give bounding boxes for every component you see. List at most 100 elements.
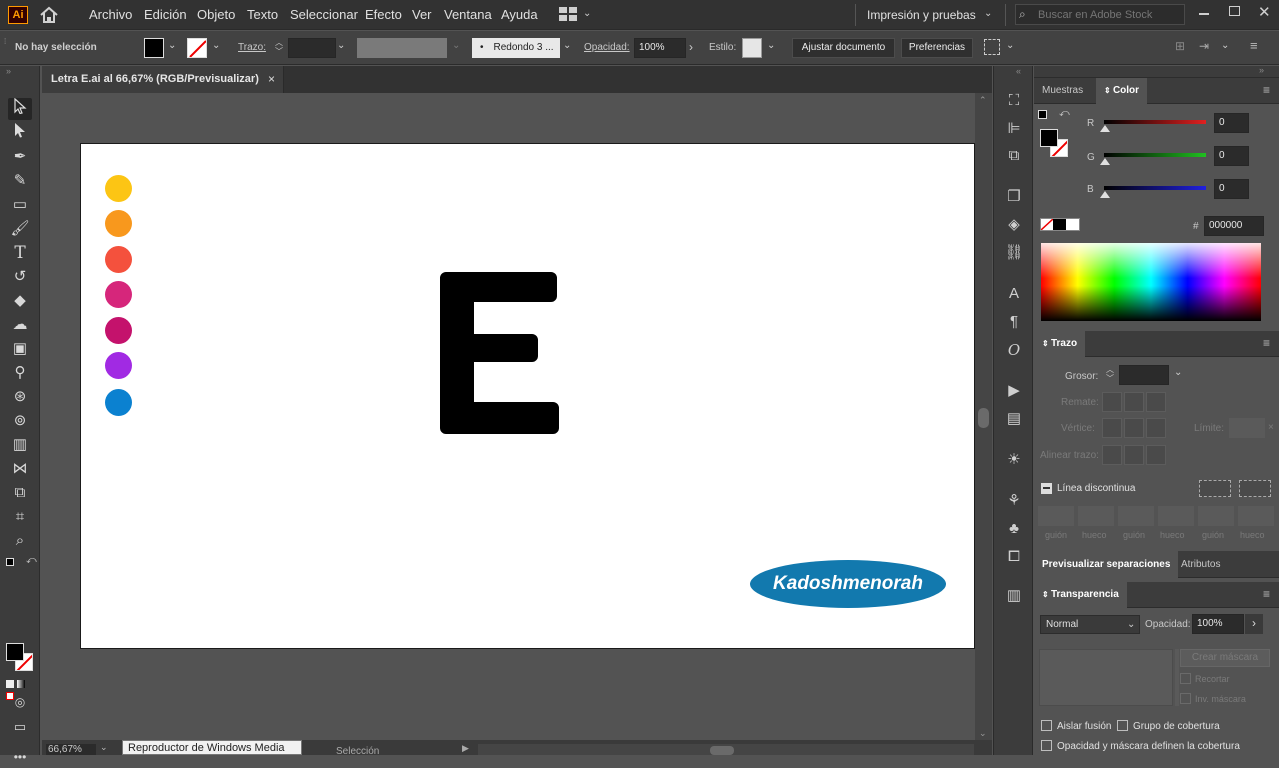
- fill-swatch[interactable]: [144, 38, 164, 58]
- slider-g-track[interactable]: [1104, 153, 1206, 157]
- collapse-icon[interactable]: »: [6, 66, 11, 76]
- align-outside-icon[interactable]: [1146, 445, 1166, 465]
- brush-definition[interactable]: • Redondo 3 ...: [472, 38, 560, 58]
- channel-g-field[interactable]: 0: [1214, 146, 1249, 166]
- slider-r-track[interactable]: [1104, 120, 1206, 124]
- minimize-icon[interactable]: [1199, 13, 1209, 15]
- chevron-down-icon[interactable]: ⌄: [1221, 40, 1229, 51]
- butt-cap-icon[interactable]: [1102, 392, 1122, 412]
- chevron-right-icon[interactable]: ›: [1245, 614, 1263, 634]
- menu-icon[interactable]: ≡: [1263, 587, 1270, 601]
- tab-swatches[interactable]: Muestras: [1034, 78, 1091, 104]
- color-dot-magenta[interactable]: [105, 317, 132, 344]
- channel-b-field[interactable]: 0: [1214, 179, 1249, 199]
- variable-width-profile[interactable]: [357, 38, 447, 58]
- tab-stroke[interactable]: ⇕ Trazo: [1034, 331, 1086, 357]
- eraser-tool-icon[interactable]: ◆: [8, 290, 32, 312]
- paragraph-panel-icon[interactable]: ¶: [1004, 312, 1024, 332]
- pathfinder-panel-icon[interactable]: ⧉: [1004, 146, 1024, 166]
- draw-mode-icon[interactable]: ◎: [8, 691, 32, 713]
- opacity-field[interactable]: 100%: [634, 38, 686, 58]
- color-dot-blue[interactable]: [105, 389, 132, 416]
- tab-attributes[interactable]: Atributos: [1173, 551, 1228, 578]
- blend-tool-icon[interactable]: ⊛: [8, 386, 32, 408]
- slider-r-knob[interactable]: [1100, 125, 1110, 132]
- rotate-tool-icon[interactable]: ↺: [8, 266, 32, 288]
- miter-join-icon[interactable]: [1102, 418, 1122, 438]
- document-setup-button[interactable]: Ajustar documento: [792, 38, 895, 58]
- opacity-label[interactable]: Opacidad:: [584, 42, 630, 53]
- chevron-down-icon[interactable]: ⌄: [1174, 367, 1182, 378]
- zoom-field[interactable]: 66,67%: [46, 744, 96, 755]
- stroke-swatch[interactable]: [187, 38, 207, 58]
- invert-mask-checkbox[interactable]: [1180, 693, 1191, 704]
- limit-field[interactable]: [1229, 418, 1265, 438]
- menu-icon[interactable]: ≡: [1263, 336, 1270, 350]
- transform-icon[interactable]: [984, 39, 1000, 55]
- transparency-opacity-field[interactable]: 100%: [1192, 614, 1244, 634]
- menu-icon[interactable]: ≡: [1250, 38, 1258, 53]
- dash-align-corners-icon[interactable]: [1199, 480, 1231, 497]
- actions-panel-icon[interactable]: ▶: [1004, 381, 1024, 401]
- workspace-switcher[interactable]: Impresión y pruebas: [867, 8, 976, 22]
- swap-colors-icon[interactable]: ⤺: [26, 555, 37, 566]
- restore-icon[interactable]: [1229, 6, 1240, 16]
- zoom-tool-icon[interactable]: ⌕: [8, 530, 32, 552]
- chevron-down-icon[interactable]: ⌄: [168, 40, 176, 51]
- tab-separations-preview[interactable]: Previsualizar separaciones: [1034, 551, 1179, 578]
- blend-mode-select[interactable]: Normal ⌄: [1040, 615, 1140, 634]
- gradient-tool-icon[interactable]: ▣: [8, 338, 32, 360]
- menu-ver[interactable]: Ver: [412, 7, 432, 22]
- search-input[interactable]: [1038, 7, 1178, 22]
- align-panel-icon[interactable]: ⊫: [1004, 119, 1024, 139]
- layout-grid-icon[interactable]: [559, 7, 577, 21]
- menu-archivo[interactable]: Archivo: [89, 7, 132, 22]
- color-dot-pink[interactable]: [105, 281, 132, 308]
- round-join-icon[interactable]: [1124, 418, 1144, 438]
- bevel-join-icon[interactable]: [1146, 418, 1166, 438]
- close-window-icon[interactable]: ✕: [1258, 3, 1271, 21]
- tab-color[interactable]: ⇕ Color: [1096, 78, 1148, 104]
- artboard-tool-icon[interactable]: ⌗: [8, 506, 32, 528]
- clip-checkbox[interactable]: [1180, 673, 1191, 684]
- appearance-panel-icon[interactable]: ☀: [1004, 450, 1024, 470]
- opacity-mask-checkbox[interactable]: [1041, 740, 1052, 751]
- menu-seleccionar[interactable]: Seleccionar: [290, 7, 358, 22]
- warp-tool-icon[interactable]: ☁: [8, 314, 32, 336]
- menu-objeto[interactable]: Objeto: [197, 7, 235, 22]
- more-tools-icon[interactable]: •••: [8, 746, 32, 768]
- graphic-style-swatch[interactable]: [742, 38, 762, 58]
- transform-panel-icon[interactable]: ⛶: [1004, 91, 1024, 111]
- slider-b-track[interactable]: [1104, 186, 1206, 190]
- dashed-line-checkbox[interactable]: [1041, 483, 1052, 494]
- slider-b-knob[interactable]: [1100, 191, 1110, 198]
- preferences-button[interactable]: Preferencias: [901, 38, 973, 58]
- opentype-panel-icon[interactable]: O: [1004, 340, 1024, 360]
- color-dot-purple[interactable]: [105, 352, 132, 379]
- rectangle-tool-icon[interactable]: ▭: [8, 194, 32, 216]
- direct-selection-tool-icon[interactable]: [8, 122, 32, 144]
- character-panel-icon[interactable]: A: [1004, 284, 1024, 304]
- default-colors-icon[interactable]: [1038, 110, 1047, 119]
- brushes-panel-icon[interactable]: ⚘: [1004, 491, 1024, 511]
- stock-search-field[interactable]: ⌕: [1015, 4, 1185, 25]
- weight-stepper[interactable]: ︿ ﹀: [1103, 365, 1117, 385]
- status-arrow-icon[interactable]: ▶: [462, 743, 469, 754]
- layers-panel-icon[interactable]: ◈: [1004, 215, 1024, 235]
- dash-fields-row[interactable]: [1038, 506, 1274, 526]
- menu-edicion[interactable]: Edición: [144, 7, 187, 22]
- curvature-tool-icon[interactable]: ✎: [8, 170, 32, 192]
- color-spectrum[interactable]: [1041, 243, 1261, 321]
- horizontal-scrollbar[interactable]: [478, 744, 974, 755]
- menu-ayuda[interactable]: Ayuda: [501, 7, 538, 22]
- screen-mode-icon[interactable]: ▭: [8, 716, 32, 738]
- chevron-down-icon[interactable]: ⌄: [212, 40, 220, 51]
- hex-field[interactable]: 000000: [1204, 216, 1264, 236]
- swap-colors-icon[interactable]: ⤺: [1059, 108, 1070, 119]
- type-tool-icon[interactable]: T: [8, 242, 32, 264]
- color-fill-box[interactable]: [1040, 129, 1058, 147]
- slider-g-knob[interactable]: [1100, 158, 1110, 165]
- paintbrush-tool-icon[interactable]: 🖌: [8, 218, 32, 240]
- links-panel-icon[interactable]: ⛓: [1004, 243, 1024, 263]
- tab-transparency[interactable]: ⇕ Transparencia: [1034, 582, 1127, 608]
